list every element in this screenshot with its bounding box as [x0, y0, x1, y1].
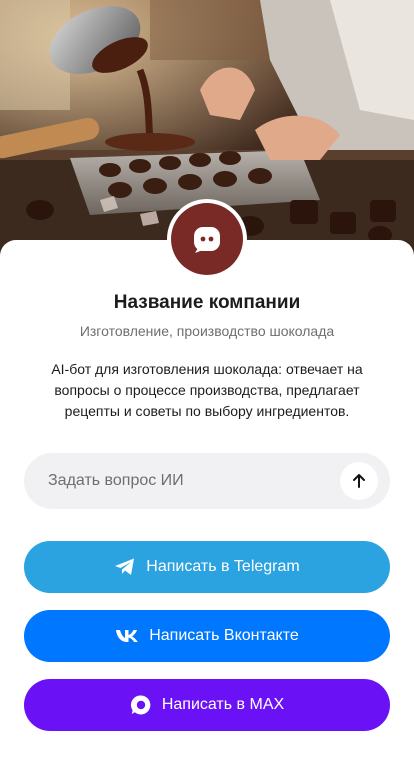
- ask-ai-field: [24, 453, 390, 509]
- send-button[interactable]: [340, 462, 378, 500]
- company-name: Название компании: [113, 292, 301, 313]
- max-button[interactable]: Написать в MAX: [24, 679, 390, 731]
- ask-ai-input[interactable]: [48, 472, 340, 490]
- max-button-label: Написать в MAX: [161, 696, 285, 713]
- max-icon: [130, 694, 152, 716]
- arrow-up-icon: [353, 474, 365, 488]
- telegram-button[interactable]: Написать в Telegram: [24, 541, 390, 593]
- vk-button[interactable]: Написать Вконтакте: [24, 610, 390, 662]
- chat-bot-icon: [194, 227, 220, 253]
- vk-icon: [115, 629, 139, 643]
- company-category: Изготовление, производство шоколада: [79, 323, 335, 339]
- telegram-button-label: Написать в Telegram: [146, 558, 300, 575]
- company-description: AI-бот для изготовления шоколада: отвеча…: [51, 361, 363, 419]
- telegram-icon: [114, 557, 136, 577]
- avatar: [167, 199, 247, 279]
- vk-button-label: Написать Вконтакте: [149, 627, 299, 644]
- avatar-circle: [171, 203, 243, 275]
